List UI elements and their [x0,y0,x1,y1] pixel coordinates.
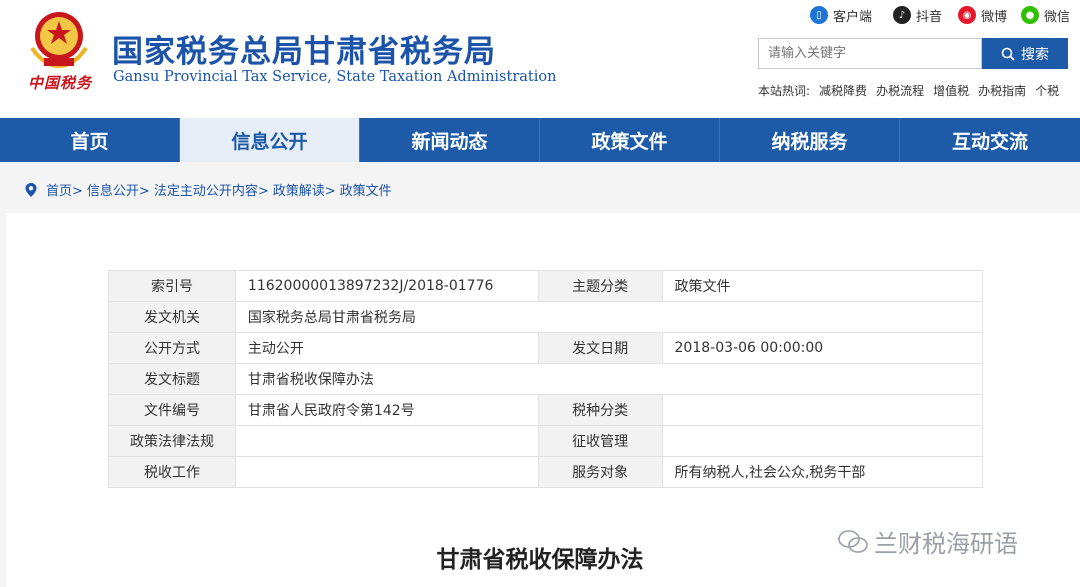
social-label: 微信 [1044,9,1071,25]
meta-key: 政策法律法规 [108,425,236,457]
table-row: 发文机关 国家税务总局甘肃省税务局 [108,301,984,333]
meta-value: 所有纳税人,社会公众,税务干部 [661,456,984,488]
meta-key: 发文机关 [108,301,236,333]
meta-key: 索引号 [108,270,236,302]
meta-value: 主动公开 [234,332,539,364]
weibo-icon: ◉ [958,6,976,24]
emblem-caption: 中国税务 [28,74,93,92]
nav-item-news[interactable]: 新闻动态 [360,118,540,162]
table-row: 索引号 11620000013897232J/2018-01776 主题分类 政… [108,270,984,302]
meta-key: 发文日期 [537,332,663,364]
table-row: 文件编号 甘肃省人民政府令第142号 税种分类 [108,394,984,426]
nav-item-home[interactable]: 首页 [0,118,180,162]
meta-key: 公开方式 [108,332,236,364]
table-row: 发文标题 甘肃省税收保障办法 [108,363,984,395]
search-input[interactable] [758,38,982,69]
location-pin-icon [25,182,37,197]
table-row: 政策法律法规 征收管理 [108,425,984,457]
meta-value [234,456,539,488]
watermark: 兰财税海研语 [838,524,1018,559]
document-metadata-table: 索引号 11620000013897232J/2018-01776 主题分类 政… [108,270,984,488]
hot-word[interactable]: 增值税 [933,82,969,99]
search-button[interactable]: 搜索 [982,38,1068,69]
table-row: 税收工作 服务对象 所有纳税人,社会公众,税务干部 [108,456,984,488]
meta-key: 税收工作 [108,456,236,488]
meta-value [661,425,984,457]
meta-value: 11620000013897232J/2018-01776 [234,270,539,302]
main-nav: 首页 信息公开 新闻动态 政策文件 纳税服务 互动交流 [0,118,1080,162]
social-label: 抖音 [916,9,943,25]
breadcrumb-policy-interpretation[interactable]: 政策解读> [273,180,336,199]
meta-key: 服务对象 [537,456,663,488]
meta-key: 征收管理 [537,425,663,457]
search-icon [1001,47,1015,61]
douyin-icon: ♪ [893,6,911,24]
meta-value: 甘肃省人民政府令第142号 [234,394,539,426]
table-row: 公开方式 主动公开 发文日期 2018-03-06 00:00:00 [108,332,984,364]
social-link-douyin[interactable]: ♪ 抖音 [893,5,942,25]
meta-value [234,425,539,457]
hot-word[interactable]: 办税指南 [978,82,1026,99]
wechat-watermark-icon [838,529,868,553]
social-link-wechat[interactable]: ● 微信 [1021,5,1070,25]
social-link-weibo[interactable]: ◉ 微博 [958,5,1007,25]
breadcrumb-policy-documents[interactable]: 政策文件 [340,180,392,199]
meta-value [661,394,984,426]
site-title: 国家税务总局甘肃省税务局 [112,34,496,70]
hot-word[interactable]: 减税降费 [819,82,867,99]
breadcrumb-home[interactable]: 首页> [46,180,83,199]
wechat-icon: ● [1021,6,1039,24]
mobile-client-icon: ▯ [810,6,828,24]
nav-item-policy[interactable]: 政策文件 [540,118,720,162]
site-subtitle: Gansu Provincial Tax Service, State Taxa… [113,69,557,85]
hot-word[interactable]: 办税流程 [876,82,924,99]
hot-words-label: 本站热词: [758,84,811,98]
social-label: 客户端 [833,9,873,25]
site-header: 中国税务 国家税务总局甘肃省税务局 Gansu Provincial Tax S… [0,0,1080,118]
meta-value: 政策文件 [661,270,984,302]
hot-words: 本站热词: 减税降费 办税流程 增值税 办税指南 个税 [758,82,1059,99]
meta-key: 税种分类 [537,394,663,426]
nav-item-tax-service[interactable]: 纳税服务 [720,118,900,162]
breadcrumb-info-disclosure[interactable]: 信息公开> [87,180,150,199]
meta-value: 甘肃省税收保障办法 [234,363,984,395]
meta-value: 2018-03-06 00:00:00 [661,332,984,364]
meta-value: 国家税务总局甘肃省税务局 [234,301,984,333]
tax-emblem-icon [30,12,88,69]
meta-key: 主题分类 [537,270,663,302]
hot-word[interactable]: 个税 [1035,82,1059,99]
search-button-label: 搜索 [1021,46,1049,63]
meta-key: 文件编号 [108,394,236,426]
breadcrumb-legal-disclosure[interactable]: 法定主动公开内容> [154,180,269,199]
meta-key: 发文标题 [108,363,236,395]
breadcrumb: 首页> 信息公开> 法定主动公开内容> 政策解读> 政策文件 [24,180,396,199]
watermark-text: 兰财税海研语 [874,530,1018,558]
social-link-client[interactable]: ▯ 客户端 [810,5,872,25]
nav-item-interaction[interactable]: 互动交流 [900,118,1080,162]
social-label: 微博 [981,9,1008,25]
nav-item-info-disclosure[interactable]: 信息公开 [180,118,360,162]
